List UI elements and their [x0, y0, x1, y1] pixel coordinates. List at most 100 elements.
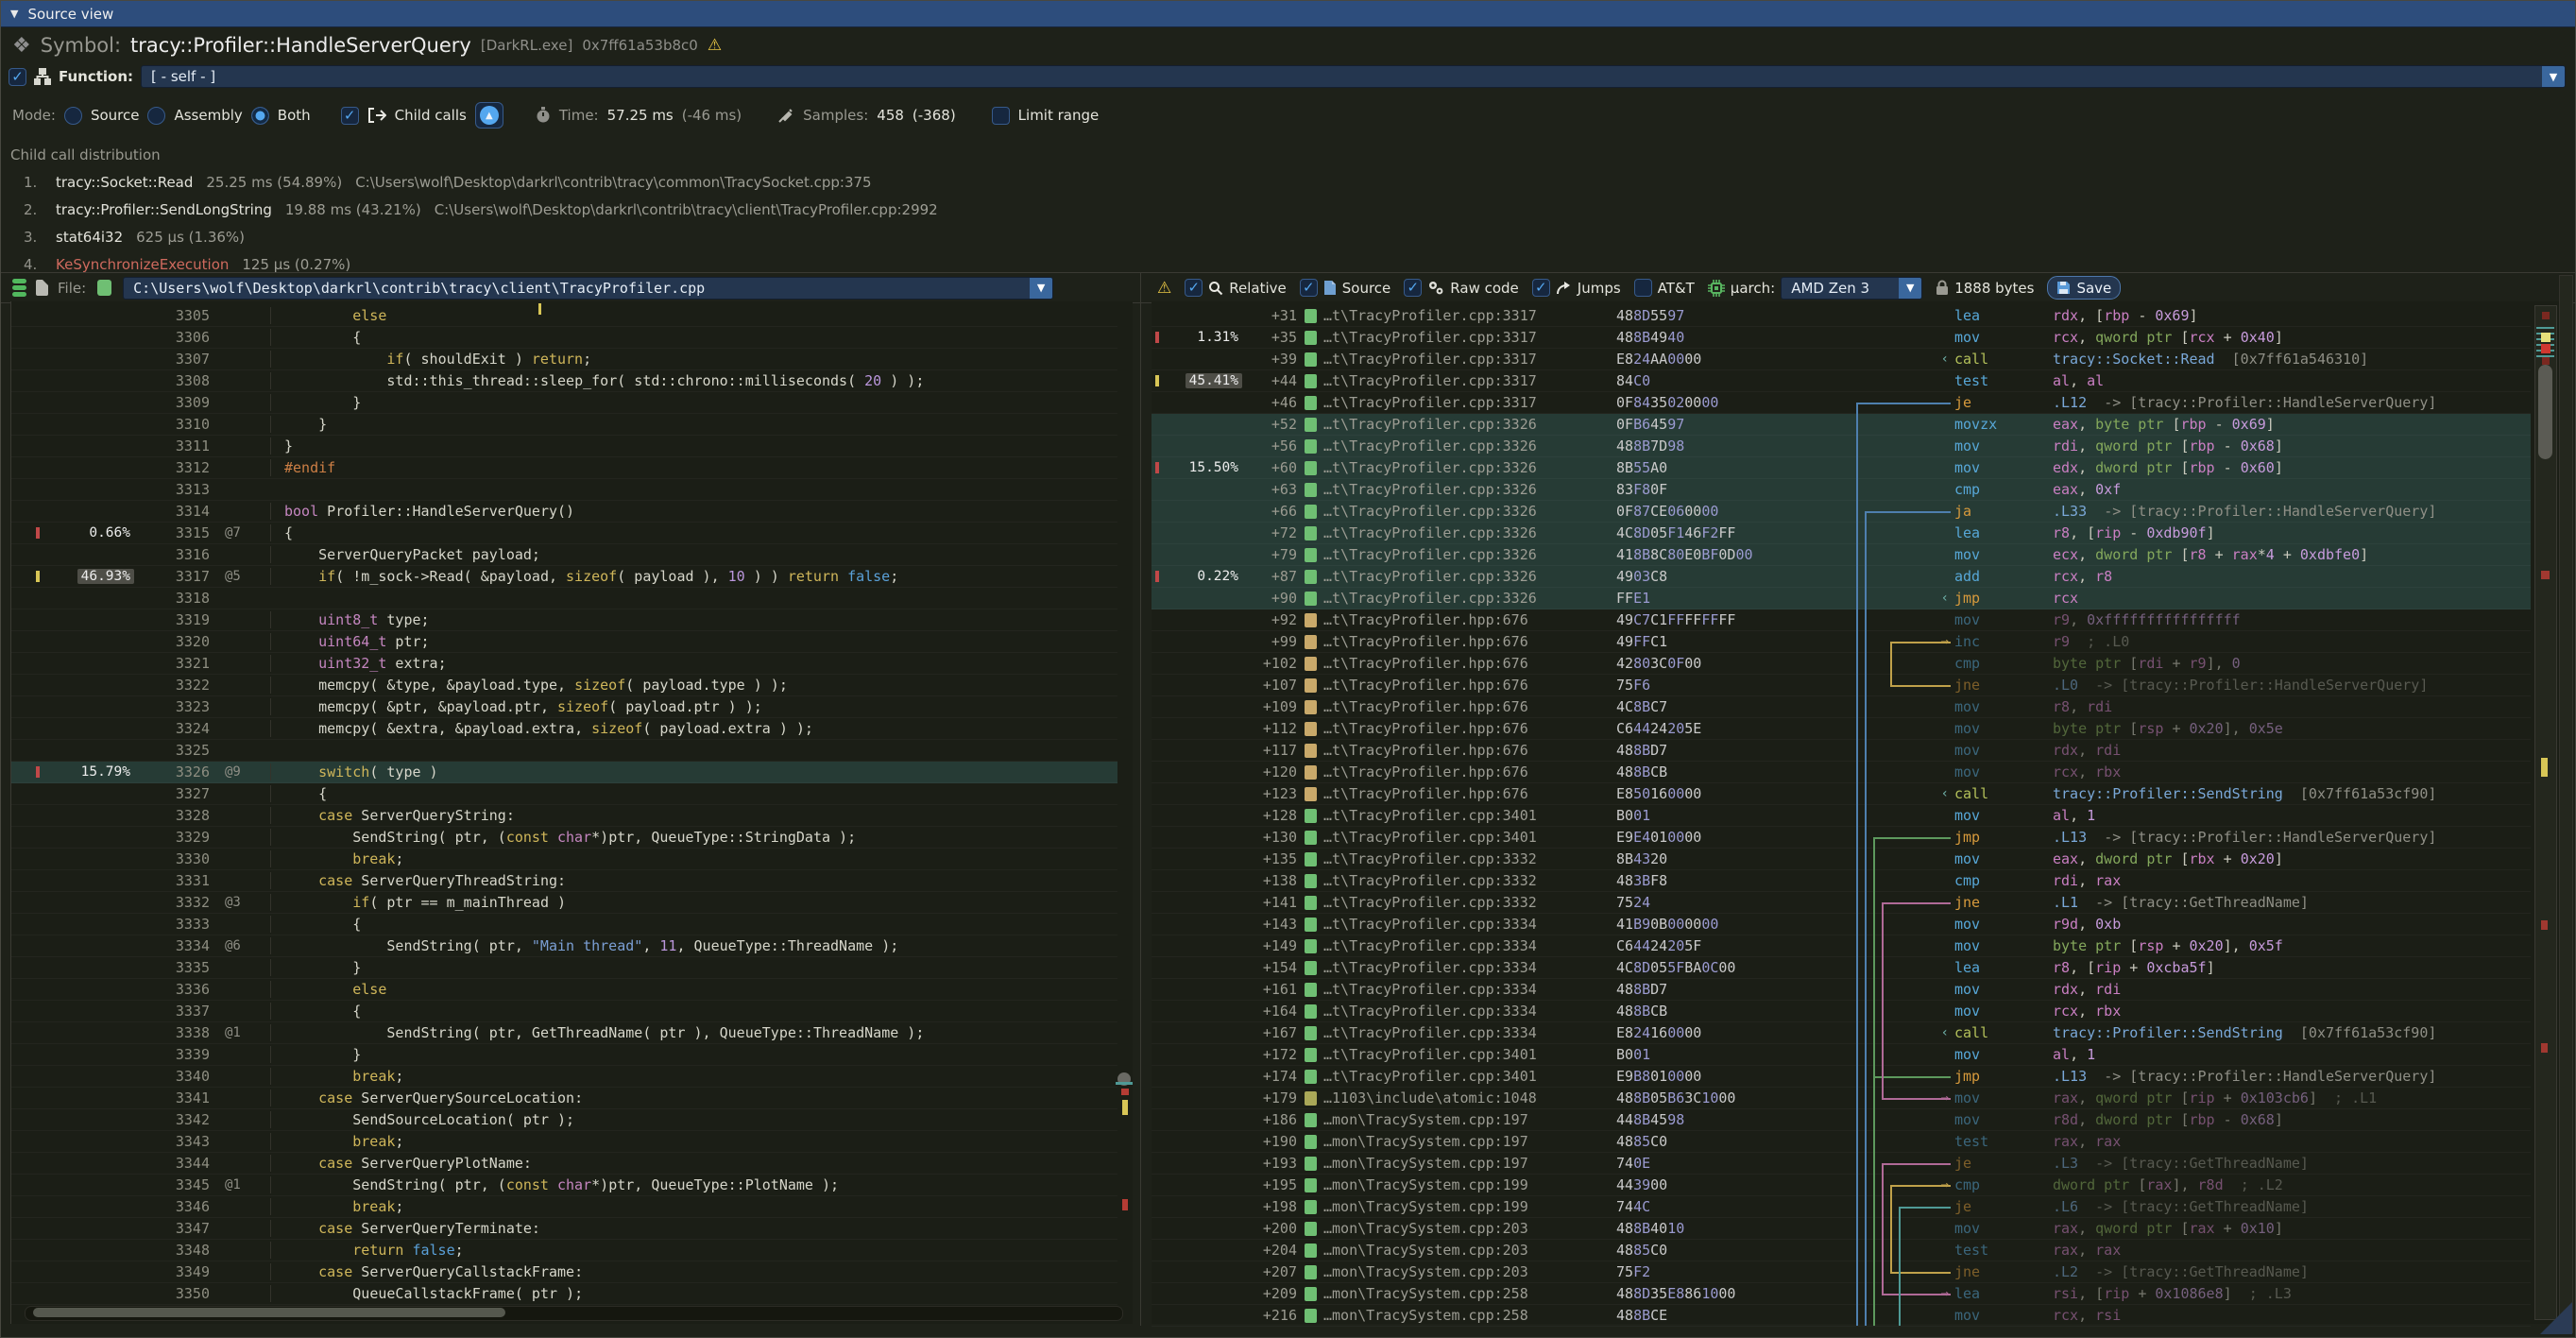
asm-row[interactable]: +161…t\TracyProfiler.cpp:3334488BD7movrd… — [1152, 979, 2531, 1001]
source-line[interactable]: 3328 case ServerQueryString: — [11, 805, 1117, 827]
asm-row[interactable]: +200…mon\TracySystem.cpp:203488B4010movr… — [1152, 1218, 2531, 1240]
chevron-down-icon[interactable]: ▼ — [2542, 66, 2565, 87]
source-line[interactable]: 3314bool Profiler::HandleServerQuery() — [11, 501, 1117, 523]
asm-row[interactable]: +143…t\TracyProfiler.cpp:333441B90B00000… — [1152, 914, 2531, 935]
asm-row[interactable]: +174…t\TracyProfiler.cpp:3401E9B8010000j… — [1152, 1066, 2531, 1088]
mode-radio-source[interactable] — [64, 107, 82, 125]
file-combo[interactable]: C:\Users\wolf\Desktop\darkrl\contrib\tra… — [123, 277, 1053, 300]
distribution-item[interactable]: 4.KeSynchronizeExecution125 µs (0.27%) — [1, 250, 2575, 272]
asm-row[interactable]: 45.41%+44…t\TracyProfiler.cpp:331784C0te… — [1152, 370, 2531, 392]
asm-row[interactable]: +63…t\TracyProfiler.cpp:332683F80Fcmpeax… — [1152, 479, 2531, 501]
uarch-combo[interactable]: AMD Zen 3 ▼ — [1781, 277, 1922, 300]
asm-row[interactable]: +195…mon\TracySystem.cpp:199443900→cmpdw… — [1152, 1175, 2531, 1196]
assembly-vscrollbar[interactable] — [2534, 305, 2557, 1320]
source-line[interactable]: 3321 uint32_t extra; — [11, 653, 1117, 675]
asm-row[interactable]: +149…t\TracyProfiler.cpp:3334C64424205Fm… — [1152, 935, 2531, 957]
asm-row[interactable]: 1.31%+35…t\TracyProfiler.cpp:3317488B494… — [1152, 327, 2531, 349]
distribution-item[interactable]: 1.tracy::Socket::Read25.25 ms (54.89%)C:… — [1, 168, 2575, 196]
chevron-down-icon[interactable]: ▼ — [1030, 278, 1052, 299]
asm-row[interactable]: +120…t\TracyProfiler.hpp:676488BCBmovrcx… — [1152, 762, 2531, 783]
asm-row[interactable]: +56…t\TracyProfiler.cpp:3326488B7D98movr… — [1152, 436, 2531, 457]
distribution-item[interactable]: 2.tracy::Profiler::SendLongString19.88 m… — [1, 196, 2575, 223]
source-line[interactable]: 3329 SendString( ptr, (const char*)ptr, … — [11, 827, 1117, 849]
warning-icon[interactable]: ⚠ — [1157, 279, 1171, 298]
source-line[interactable]: 3323 memcpy( &ptr, &payload.ptr, sizeof(… — [11, 696, 1117, 718]
source-line[interactable]: 3332@3 if( ptr == m_mainThread ) — [11, 892, 1117, 914]
source-line[interactable]: 3322 memcpy( &type, &payload.type, sizeo… — [11, 675, 1117, 696]
asm-row[interactable]: +46…t\TracyProfiler.cpp:33170F8435020000… — [1152, 392, 2531, 414]
asm-row[interactable]: +141…t\TracyProfiler.cpp:33327524jne.L1 … — [1152, 892, 2531, 914]
asm-row[interactable]: +190…mon\TracySystem.cpp:1974885C0testra… — [1152, 1131, 2531, 1153]
source-line[interactable]: 3311} — [11, 436, 1117, 457]
asm-row[interactable]: +186…mon\TracySystem.cpp:197448B4598movr… — [1152, 1109, 2531, 1131]
asm-row[interactable]: +31…t\TracyProfiler.cpp:3317488D5597lear… — [1152, 305, 2531, 327]
source-line[interactable]: 3327 { — [11, 783, 1117, 805]
asm-row[interactable]: +179…1103\include\atomic:1048488B05B63C1… — [1152, 1088, 2531, 1109]
asm-row[interactable]: +109…t\TracyProfiler.hpp:6764C8BC7movr8,… — [1152, 696, 2531, 718]
source-line[interactable]: 3308 std::this_thread::sleep_for( std::c… — [11, 370, 1117, 392]
source-line[interactable]: 3306 { — [11, 327, 1117, 349]
source-line[interactable]: 3345@1 SendString( ptr, (const char*)ptr… — [11, 1175, 1117, 1196]
source-line[interactable]: 46.93%3317@5 if( !m_sock->Read( &payload… — [11, 566, 1117, 588]
source-line[interactable]: 15.79%3326@9 switch( type ) — [11, 762, 1117, 783]
relative-toggle[interactable]: Relative — [1185, 279, 1287, 297]
asm-row[interactable]: +172…t\TracyProfiler.cpp:3401B001moval, … — [1152, 1044, 2531, 1066]
source-line[interactable]: 3349 case ServerQueryCallstackFrame: — [11, 1261, 1117, 1283]
jumps-checkbox[interactable] — [1532, 279, 1550, 297]
source-line[interactable]: 3330 break; — [11, 849, 1117, 870]
source-line[interactable]: 3346 break; — [11, 1196, 1117, 1218]
asm-row[interactable]: +138…t\TracyProfiler.cpp:3332483BF8cmprd… — [1152, 870, 2531, 892]
asm-row[interactable]: +128…t\TracyProfiler.cpp:3401B001moval, … — [1152, 805, 2531, 827]
asm-row[interactable]: +92…t\TracyProfiler.hpp:67649C7C1FFFFFFF… — [1152, 609, 2531, 631]
asm-row[interactable]: +209…mon\TracySystem.cpp:258488D35E88610… — [1152, 1283, 2531, 1305]
source-line[interactable]: 3316 ServerQueryPacket payload; — [11, 544, 1117, 566]
source-line[interactable]: 3341 case ServerQuerySourceLocation: — [11, 1088, 1117, 1109]
source-line[interactable]: 3309 } — [11, 392, 1117, 414]
source-line[interactable]: 3320 uint64_t ptr; — [11, 631, 1117, 653]
asm-row[interactable]: +123…t\TracyProfiler.hpp:676E850160000‹c… — [1152, 783, 2531, 805]
att-toggle[interactable]: AT&T — [1634, 279, 1695, 297]
source-line[interactable]: 3347 case ServerQueryTerminate: — [11, 1218, 1117, 1240]
limit-range-checkbox[interactable] — [992, 107, 1010, 125]
jumps-toggle[interactable]: Jumps — [1532, 279, 1621, 297]
source-line[interactable]: 3305 else — [11, 305, 1117, 327]
relative-checkbox[interactable] — [1185, 279, 1203, 297]
source-line[interactable]: 3331 case ServerQueryThreadString: — [11, 870, 1117, 892]
asm-row[interactable]: +204…mon\TracySystem.cpp:2034885C0testra… — [1152, 1240, 2531, 1261]
source-line[interactable]: 3340 break; — [11, 1066, 1117, 1088]
window-titlebar[interactable]: ▼ Source view — [1, 1, 2575, 27]
source-toggle[interactable]: Source — [1300, 279, 1391, 297]
raw-code-toggle[interactable]: Raw code — [1404, 279, 1519, 297]
assembly-vscroll-thumb[interactable] — [2538, 365, 2552, 459]
asm-row[interactable]: +107…t\TracyProfiler.hpp:67675F6jne.L0 -… — [1152, 675, 2531, 696]
source-line[interactable]: 3350 QueueCallstackFrame( ptr ); — [11, 1283, 1117, 1305]
function-combo[interactable]: [ - self - ] ▼ — [141, 65, 2566, 88]
source-line[interactable]: 3334@6 SendString( ptr, "Main thread", 1… — [11, 935, 1117, 957]
asm-row[interactable]: +130…t\TracyProfiler.cpp:3401E9E4010000j… — [1152, 827, 2531, 849]
source-hscroll-thumb[interactable] — [33, 1308, 505, 1317]
source-line[interactable]: 3325 — [11, 740, 1117, 762]
source-line[interactable]: 3342 SendSourceLocation( ptr ); — [11, 1109, 1117, 1131]
warning-icon[interactable]: ⚠ — [708, 36, 722, 55]
source-line[interactable]: 3310 } — [11, 414, 1117, 436]
source-line[interactable]: 3318 — [11, 588, 1117, 609]
asm-row[interactable]: +99…t\TracyProfiler.hpp:67649FFC1→incr9 … — [1152, 631, 2531, 653]
asm-row[interactable]: +207…mon\TracySystem.cpp:20375F2jne.L2 -… — [1152, 1261, 2531, 1283]
source-line[interactable]: 3312#endif — [11, 457, 1117, 479]
mode-radio-assembly[interactable] — [147, 107, 165, 125]
raw-code-checkbox[interactable] — [1404, 279, 1422, 297]
asm-row[interactable]: +167…t\TracyProfiler.cpp:3334E824160000‹… — [1152, 1022, 2531, 1044]
collapse-triangle-icon[interactable]: ▼ — [10, 8, 18, 20]
mode-radio-both[interactable] — [251, 107, 269, 125]
collapse-distribution-button[interactable]: ▲ — [475, 102, 503, 129]
source-line[interactable]: 3336 else — [11, 979, 1117, 1001]
save-button[interactable]: Save — [2047, 276, 2121, 300]
source-hscrollbar[interactable] — [25, 1306, 1123, 1321]
asm-row[interactable]: +72…t\TracyProfiler.cpp:33264C8D05F146F2… — [1152, 523, 2531, 544]
source-line[interactable]: 3343 break; — [11, 1131, 1117, 1153]
source-line[interactable]: 0.66%3315@7{ — [11, 523, 1117, 544]
resize-grip[interactable] — [2540, 1302, 2572, 1334]
source-line[interactable]: 3319 uint8_t type; — [11, 609, 1117, 631]
child-calls-checkbox[interactable] — [341, 107, 359, 125]
asm-row[interactable]: +135…t\TracyProfiler.cpp:33328B4320movea… — [1152, 849, 2531, 870]
